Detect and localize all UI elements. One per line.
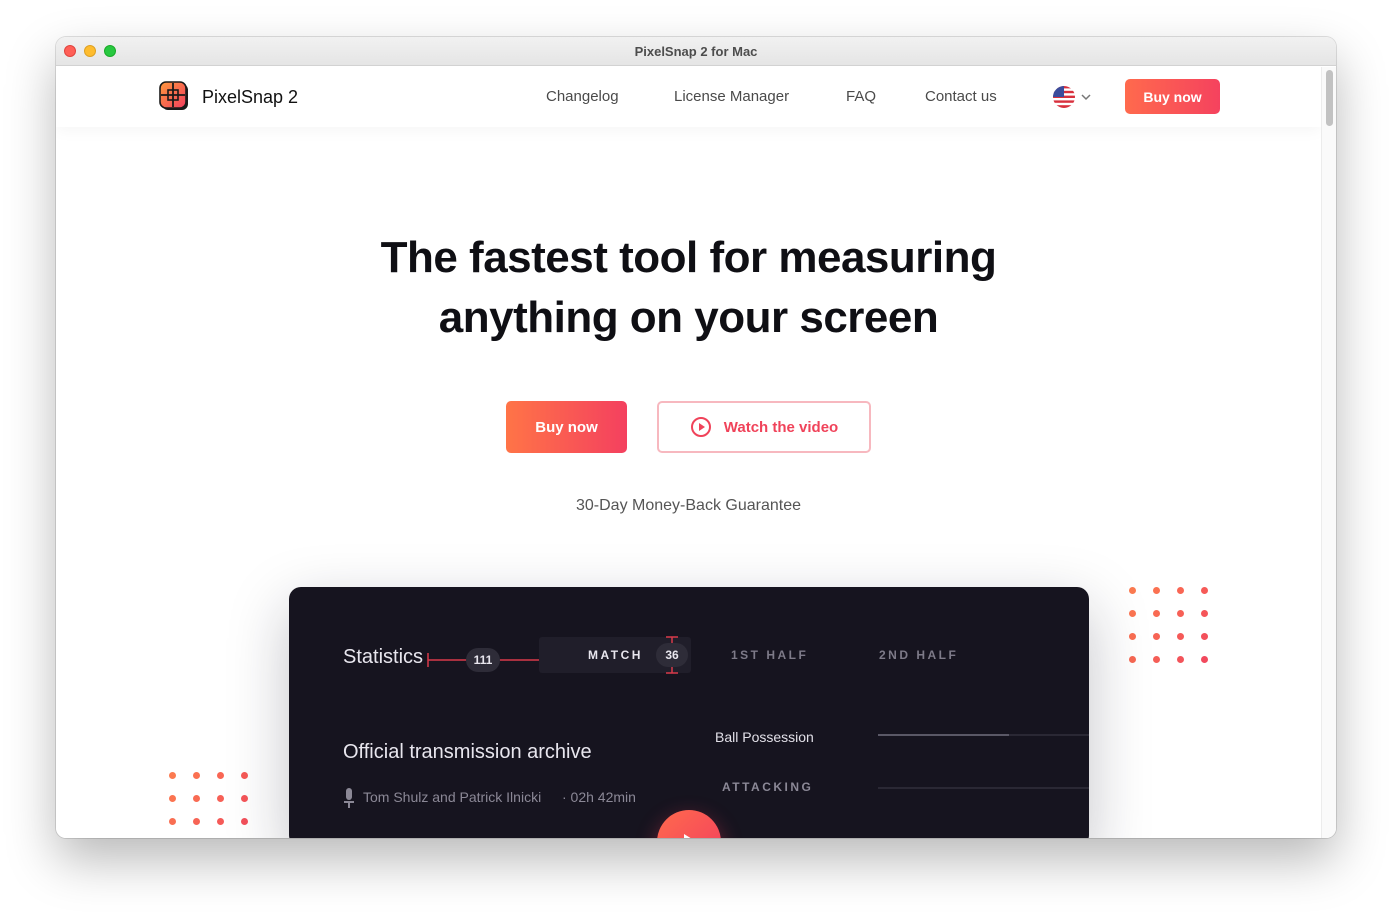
watch-video-button[interactable]: Watch the video — [657, 401, 871, 453]
vertical-scrollbar[interactable] — [1321, 67, 1336, 838]
hero-title-line-2: anything on your screen — [438, 293, 939, 342]
tab-match[interactable]: MATCH — [588, 648, 643, 662]
microphone-icon — [344, 788, 354, 808]
window-title: PixelSnap 2 for Mac — [634, 44, 758, 59]
play-circle-icon — [690, 417, 711, 437]
title-bar: PixelSnap 2 for Mac — [56, 37, 1336, 66]
height-measurement-icon — [666, 636, 678, 674]
tab-2nd-half[interactable]: 2ND HALF — [879, 648, 958, 662]
nav-link-contact[interactable]: Contact us — [925, 88, 997, 105]
archive-authors: Tom Shulz and Patrick Ilnicki — [363, 789, 542, 805]
archive-title: Official transmission archive — [343, 741, 592, 763]
nav-buy-button[interactable]: Buy now — [1125, 79, 1220, 114]
nav-link-faq[interactable]: FAQ — [846, 88, 876, 105]
attacking-divider — [878, 787, 1089, 789]
top-navigation: PixelSnap 2 Changelog License Manager FA… — [56, 67, 1321, 127]
dots-decoration-right — [1129, 587, 1209, 663]
nav-link-license-manager[interactable]: License Manager — [674, 88, 789, 105]
archive-duration: · 02h 42min — [562, 789, 636, 805]
preview-statistics-label: Statistics — [343, 646, 424, 668]
app-preview-panel: Statistics 111 MATCH 36 1ST HALF 2ND HAL… — [289, 587, 1089, 838]
scrollbar-thumb[interactable] — [1326, 70, 1333, 126]
browser-window: PixelSnap 2 for Mac PixelSnap 2 Changelo… — [56, 37, 1336, 838]
hero-title: The fastest tool for measuring anything … — [56, 228, 1321, 348]
money-back-guarantee: 30-Day Money-Back Guarantee — [576, 497, 801, 514]
possession-bar — [878, 734, 1009, 736]
chevron-down-icon[interactable] — [1080, 91, 1092, 103]
width-measurement-badge: 111 — [466, 648, 500, 672]
pixelsnap-logo-icon[interactable] — [158, 80, 190, 112]
tab-1st-half[interactable]: 1ST HALF — [731, 648, 808, 662]
us-flag-icon[interactable] — [1053, 86, 1075, 108]
nav-link-changelog[interactable]: Changelog — [546, 88, 619, 105]
watch-video-label: Watch the video — [723, 418, 839, 436]
brand-name[interactable]: PixelSnap 2 — [202, 87, 298, 108]
play-icon — [684, 834, 691, 838]
dots-decoration-left — [169, 772, 249, 825]
attacking-section-label: ATTACKING — [722, 780, 814, 794]
web-page: PixelSnap 2 Changelog License Manager FA… — [56, 67, 1336, 838]
ball-possession-label: Ball Possession — [715, 729, 814, 745]
hero-title-line-1: The fastest tool for measuring — [380, 233, 997, 282]
hero-buy-button[interactable]: Buy now — [506, 401, 627, 453]
